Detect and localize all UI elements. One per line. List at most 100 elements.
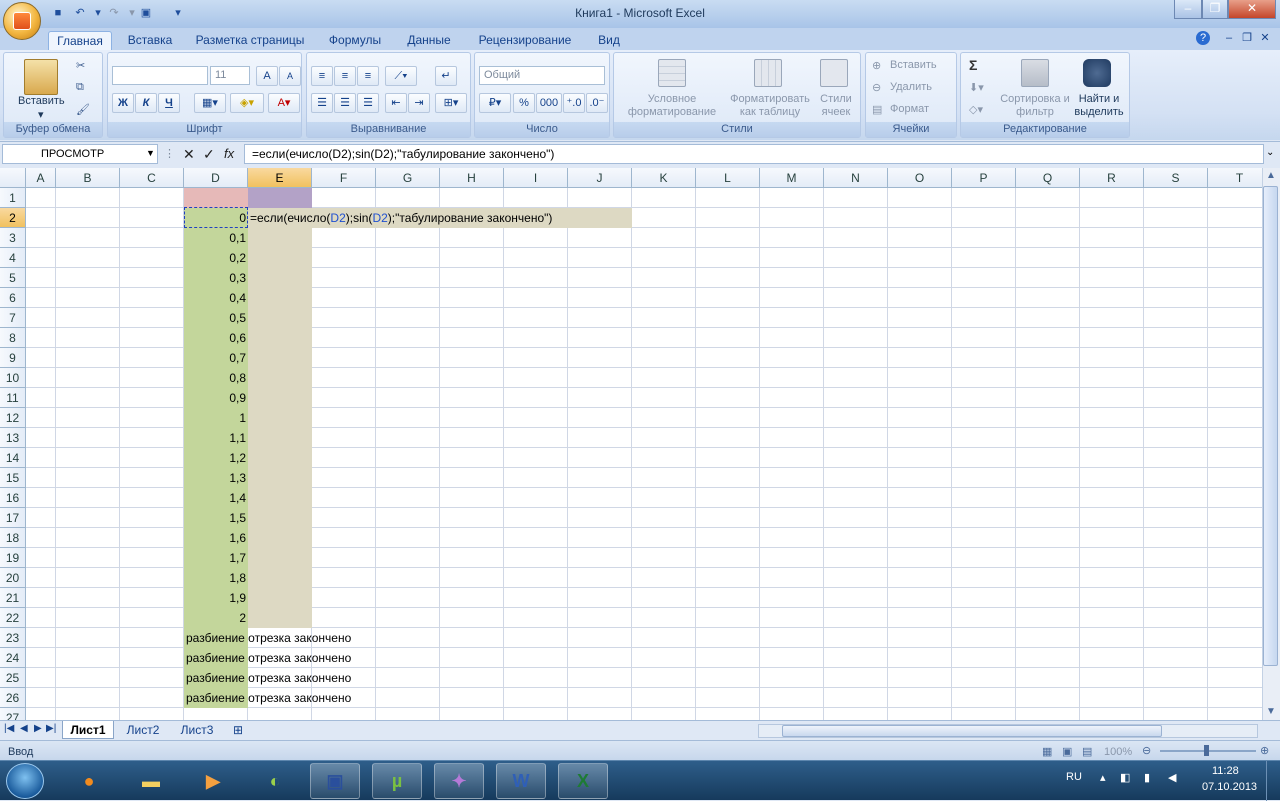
cell-d23[interactable]: разбиение отрезка закончено: [186, 628, 351, 648]
align-right-icon[interactable]: ☰: [357, 93, 379, 113]
orientation-icon[interactable]: ⟋▾: [385, 66, 417, 86]
bold-button[interactable]: Ж: [112, 93, 134, 113]
insert-cells-icon[interactable]: ⊕: [872, 59, 881, 72]
start-button[interactable]: [6, 763, 44, 799]
align-center-icon[interactable]: ☰: [334, 93, 356, 113]
cell-styles-button[interactable]: Стили ячеек: [814, 93, 858, 119]
tray-app-icon[interactable]: ◧: [1120, 771, 1130, 784]
column-header-f[interactable]: F: [312, 168, 376, 188]
vertical-scroll-thumb[interactable]: [1263, 186, 1278, 666]
ribbon-close-icon[interactable]: ✕: [1258, 31, 1272, 45]
expand-formula-icon[interactable]: ⌄: [1266, 147, 1274, 158]
insert-sheet-icon[interactable]: ⊞: [226, 721, 250, 739]
language-indicator[interactable]: RU: [1066, 771, 1082, 783]
row-header-26[interactable]: 26: [0, 688, 26, 708]
cell-e2-editor[interactable]: =если(ечисло(D2);sin(D2);"табулирование …: [250, 208, 552, 228]
zoom-level[interactable]: 100%: [1104, 743, 1132, 761]
row-header-5[interactable]: 5: [0, 268, 26, 288]
row-header-17[interactable]: 17: [0, 508, 26, 528]
column-header-h[interactable]: H: [440, 168, 504, 188]
column-header-a[interactable]: A: [26, 168, 56, 188]
network-icon[interactable]: ▮: [1144, 771, 1150, 784]
format-cells-button[interactable]: Формат: [890, 103, 929, 115]
column-header-e[interactable]: E: [248, 168, 312, 188]
word-icon[interactable]: W: [496, 763, 546, 799]
firefox-icon[interactable]: ●: [64, 763, 114, 799]
zoom-out-icon[interactable]: ⊖: [1142, 742, 1151, 760]
tray-expand-icon[interactable]: ▴: [1100, 771, 1106, 784]
font-color-icon[interactable]: A▾: [268, 93, 300, 113]
row-header-24[interactable]: 24: [0, 648, 26, 668]
shrink-font-icon[interactable]: A: [279, 66, 301, 86]
tab-home[interactable]: Главная: [48, 31, 112, 50]
column-header-c[interactable]: C: [120, 168, 184, 188]
worksheet-grid[interactable]: ABCDEFGHIJKLMNOPQRST 1 2 3 4 5 6 7 8 9 10 11 12 13 14…: [0, 168, 1262, 720]
row-header-4[interactable]: 4: [0, 248, 26, 268]
column-header-s[interactable]: S: [1144, 168, 1208, 188]
increase-indent-icon[interactable]: ⇥: [408, 93, 430, 113]
cancel-icon[interactable]: ✕: [183, 146, 195, 163]
cell-d11[interactable]: 0,9: [184, 388, 248, 408]
column-header-t[interactable]: T: [1208, 168, 1262, 188]
excel-icon[interactable]: X: [558, 763, 608, 799]
cursor-app-icon[interactable]: ✦: [434, 763, 484, 799]
cell-styles-icon[interactable]: [820, 59, 848, 87]
cell-d4[interactable]: 0,2: [184, 248, 248, 268]
scroll-down-icon[interactable]: ▼: [1266, 706, 1276, 717]
column-header-d[interactable]: D: [184, 168, 248, 188]
cell-d13[interactable]: 1,1: [184, 428, 248, 448]
percent-button[interactable]: %: [513, 93, 535, 113]
font-name-combo[interactable]: [112, 66, 208, 85]
conditional-format-button[interactable]: Условное форматирование: [618, 93, 726, 119]
cell-d10[interactable]: 0,8: [184, 368, 248, 388]
font-size-combo[interactable]: 11: [210, 66, 250, 85]
tab-page-layout[interactable]: Разметка страницы: [190, 31, 310, 50]
enter-icon[interactable]: ✓: [203, 146, 215, 163]
row-header-18[interactable]: 18: [0, 528, 26, 548]
fill-icon[interactable]: ⬇▾: [969, 81, 984, 94]
sort-filter-button[interactable]: Сортировка и фильтр: [995, 93, 1075, 119]
format-as-table-icon[interactable]: [754, 59, 782, 87]
page-layout-view-icon[interactable]: ▣: [1062, 743, 1072, 761]
cell-b3[interactable]: [56, 228, 120, 248]
tab-insert[interactable]: Вставка: [120, 31, 180, 50]
column-header-l[interactable]: L: [696, 168, 760, 188]
column-header-b[interactable]: B: [56, 168, 120, 188]
thousands-button[interactable]: 000: [536, 93, 562, 113]
column-header-q[interactable]: Q: [1016, 168, 1080, 188]
cell-d16[interactable]: 1,4: [184, 488, 248, 508]
row-header-27[interactable]: 27: [0, 708, 26, 720]
underline-button[interactable]: Ч: [158, 93, 180, 113]
fill-color-icon[interactable]: ◈▾: [230, 93, 264, 113]
number-format-combo[interactable]: Общий: [479, 66, 605, 85]
conditional-format-icon[interactable]: [658, 59, 686, 87]
column-header-n[interactable]: N: [824, 168, 888, 188]
tab-view[interactable]: Вид: [590, 31, 628, 50]
row-header-22[interactable]: 22: [0, 608, 26, 628]
cell-d17[interactable]: 1,5: [184, 508, 248, 528]
cell-a3[interactable]: [28, 228, 58, 248]
row-header-10[interactable]: 10: [0, 368, 26, 388]
tab-formulas[interactable]: Формулы: [322, 31, 388, 50]
clock-time[interactable]: 11:28: [1212, 765, 1239, 777]
column-header-i[interactable]: I: [504, 168, 568, 188]
sheet-tab-2[interactable]: Лист2: [118, 721, 168, 739]
cell-d8[interactable]: 0,6: [184, 328, 248, 348]
row-header-12[interactable]: 12: [0, 408, 26, 428]
row-header-8[interactable]: 8: [0, 328, 26, 348]
delete-cells-icon[interactable]: ⊖: [872, 81, 881, 94]
cell-d20[interactable]: 1,8: [184, 568, 248, 588]
page-break-view-icon[interactable]: ▤: [1082, 743, 1092, 761]
insert-function-button[interactable]: fx: [224, 146, 234, 161]
column-header-g[interactable]: G: [376, 168, 440, 188]
cut-icon[interactable]: ✂: [76, 59, 85, 72]
explorer-icon[interactable]: ▬: [126, 763, 176, 799]
paint-icon[interactable]: ◐: [250, 763, 300, 799]
row-header-11[interactable]: 11: [0, 388, 26, 408]
row-header-19[interactable]: 19: [0, 548, 26, 568]
tab-review[interactable]: Рецензирование: [470, 31, 580, 50]
cell-d5[interactable]: 0,3: [184, 268, 248, 288]
sheet-tab-1[interactable]: Лист1: [62, 721, 114, 739]
align-middle-icon[interactable]: ≡: [334, 66, 356, 86]
paste-icon[interactable]: [24, 59, 58, 95]
